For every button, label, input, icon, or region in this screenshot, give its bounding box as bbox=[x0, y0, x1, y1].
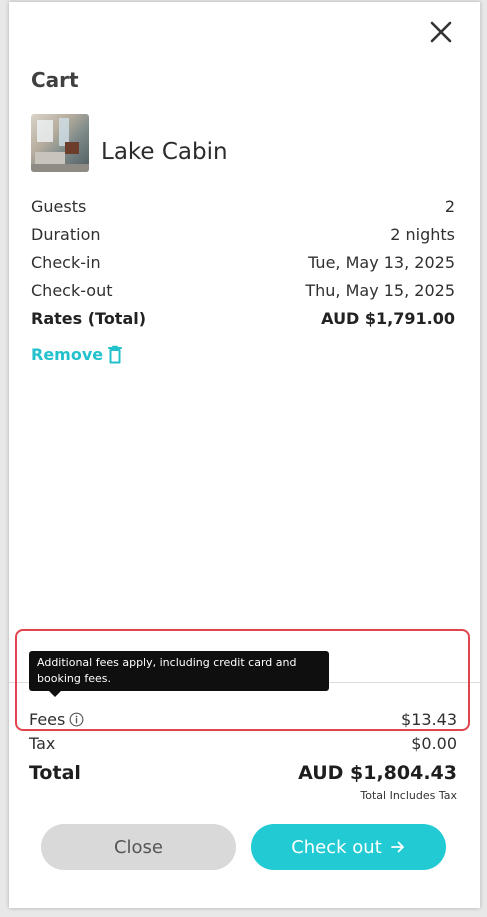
detail-label: Check-out bbox=[31, 280, 113, 300]
total-note: Total Includes Tax bbox=[360, 789, 457, 802]
close-button-label: Close bbox=[113, 836, 164, 858]
remove-button[interactable]: Remove bbox=[31, 342, 123, 366]
detail-label: Check-in bbox=[31, 252, 101, 272]
trash-icon bbox=[108, 345, 123, 363]
detail-row-check-in: Check-in Tue, May 13, 2025 bbox=[31, 250, 455, 274]
detail-value: 2 bbox=[444, 196, 455, 216]
detail-value: Thu, May 15, 2025 bbox=[305, 280, 455, 300]
detail-row-check-out: Check-out Thu, May 15, 2025 bbox=[31, 278, 455, 302]
detail-row-duration: Duration 2 nights bbox=[31, 222, 455, 246]
info-icon[interactable] bbox=[69, 712, 84, 727]
close-icon[interactable] bbox=[429, 20, 453, 44]
remove-label: Remove bbox=[31, 344, 104, 364]
detail-label: Guests bbox=[31, 196, 87, 216]
total-value: AUD $1,804.43 bbox=[298, 762, 457, 784]
total-label: Total bbox=[29, 762, 81, 784]
detail-row-guests: Guests 2 bbox=[31, 194, 455, 218]
cart-panel: Cart Lake Cabin Guests 2 Duration 2 nigh… bbox=[9, 2, 480, 908]
item-name: Lake Cabin bbox=[101, 139, 228, 165]
rates-label: Rates (Total) bbox=[31, 308, 147, 328]
total-row: Total AUD $1,804.43 bbox=[29, 759, 457, 787]
detail-value: Tue, May 13, 2025 bbox=[308, 252, 455, 272]
fees-label: Fees bbox=[29, 709, 66, 729]
tax-label: Tax bbox=[29, 733, 56, 753]
close-button[interactable]: Close bbox=[41, 824, 236, 870]
detail-label: Duration bbox=[31, 224, 101, 244]
checkout-button[interactable]: Check out bbox=[251, 824, 446, 870]
arrow-right-icon bbox=[390, 841, 404, 853]
rates-total-row: Rates (Total) AUD $1,791.00 bbox=[31, 306, 455, 330]
fees-tooltip: Additional fees apply, including credit … bbox=[29, 651, 329, 697]
fees-value: $13.43 bbox=[401, 709, 457, 729]
fees-row: Fees $13.43 bbox=[29, 708, 457, 730]
detail-value: 2 nights bbox=[390, 224, 455, 244]
cabin-thumbnail bbox=[31, 114, 89, 172]
rates-value: AUD $1,791.00 bbox=[321, 308, 455, 328]
tax-row: Tax $0.00 bbox=[29, 732, 457, 754]
tax-value: $0.00 bbox=[411, 733, 457, 753]
fees-label-group: Fees bbox=[29, 710, 84, 729]
checkout-button-label: Check out bbox=[291, 836, 382, 858]
cart-title: Cart bbox=[31, 68, 79, 92]
